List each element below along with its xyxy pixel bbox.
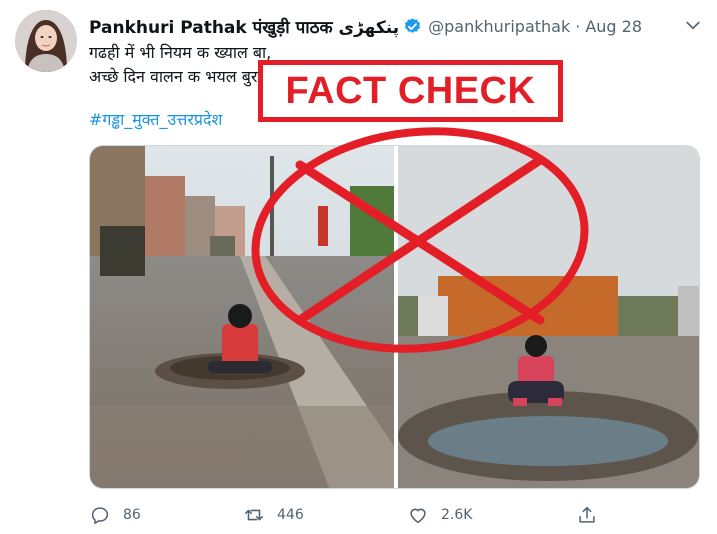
tweet-date[interactable]: Aug 28 <box>585 17 642 36</box>
user-handle[interactable]: @pankhuripathak <box>428 17 570 36</box>
fact-check-label: FACT CHECK <box>258 60 563 122</box>
tweet-header: Pankhuri Pathak पंखुड़ी पाठक پنکھڑی @pan… <box>89 13 642 39</box>
tweet-media[interactable] <box>89 145 700 489</box>
share-button[interactable] <box>576 500 598 530</box>
display-name[interactable]: Pankhuri Pathak पंखुड़ी पाठक پنکھڑی <box>89 15 399 38</box>
share-icon <box>576 504 598 526</box>
chevron-down-icon[interactable] <box>683 15 703 35</box>
reply-icon <box>89 504 111 526</box>
tweet-actions: 86 446 2.6K <box>89 500 609 530</box>
photo-pothole-closeup[interactable] <box>398 146 699 488</box>
photo-road-pothole[interactable] <box>90 146 394 488</box>
retweet-icon <box>243 504 265 526</box>
reply-button[interactable]: 86 <box>89 500 141 530</box>
separator-dot: · <box>575 16 581 36</box>
verified-badge-icon <box>403 17 422 36</box>
reply-count: 86 <box>123 507 141 523</box>
tweet-card[interactable]: Pankhuri Pathak पंखुड़ी पाठक پنکھڑی @pan… <box>0 0 717 534</box>
fact-check-text: FACT CHECK <box>285 69 536 112</box>
like-button[interactable]: 2.6K <box>407 500 472 530</box>
like-count: 2.6K <box>441 507 473 523</box>
retweet-button[interactable]: 446 <box>243 500 304 530</box>
retweet-count: 446 <box>277 507 304 523</box>
hashtag-link[interactable]: #गड्ढा_मुक्त_उत्तरप्रदेश <box>89 108 222 130</box>
avatar[interactable] <box>15 10 77 72</box>
like-icon <box>407 504 429 526</box>
